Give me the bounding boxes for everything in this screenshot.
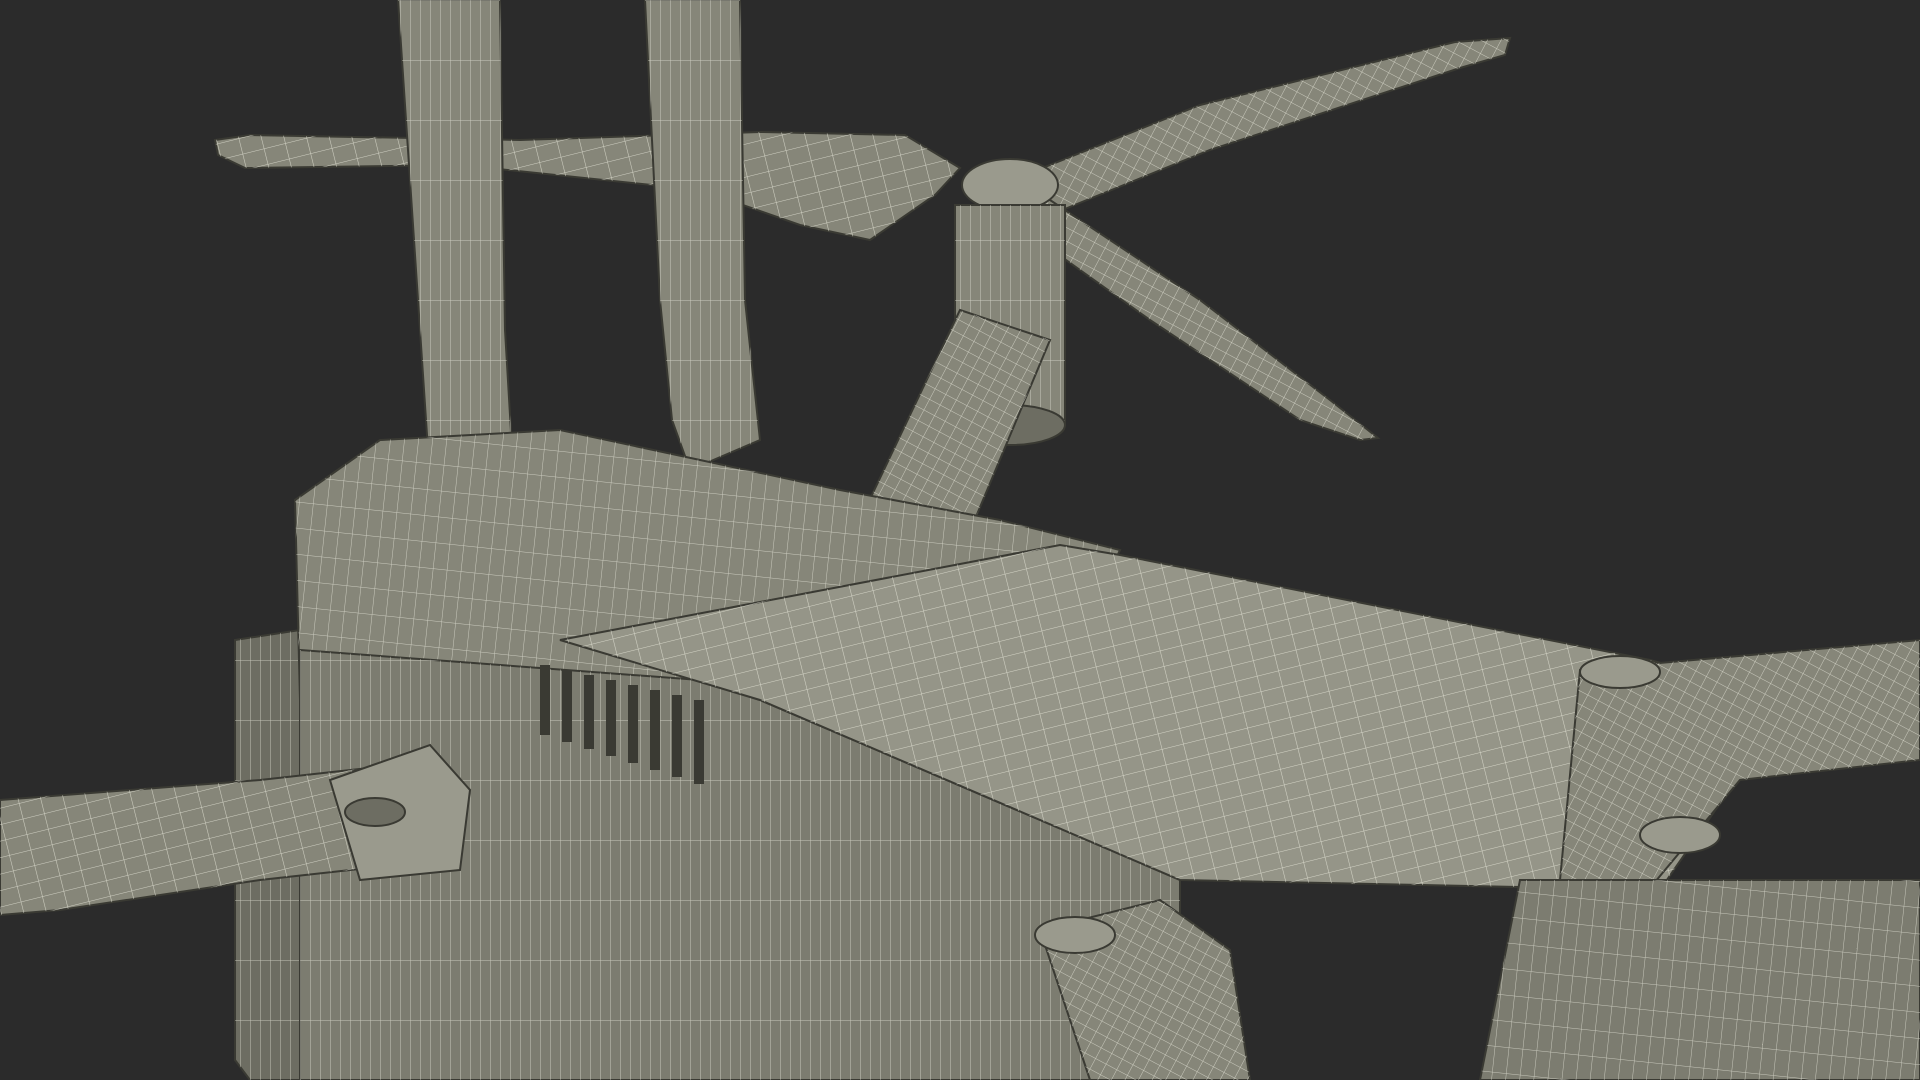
wireframe-render xyxy=(0,0,1920,1080)
